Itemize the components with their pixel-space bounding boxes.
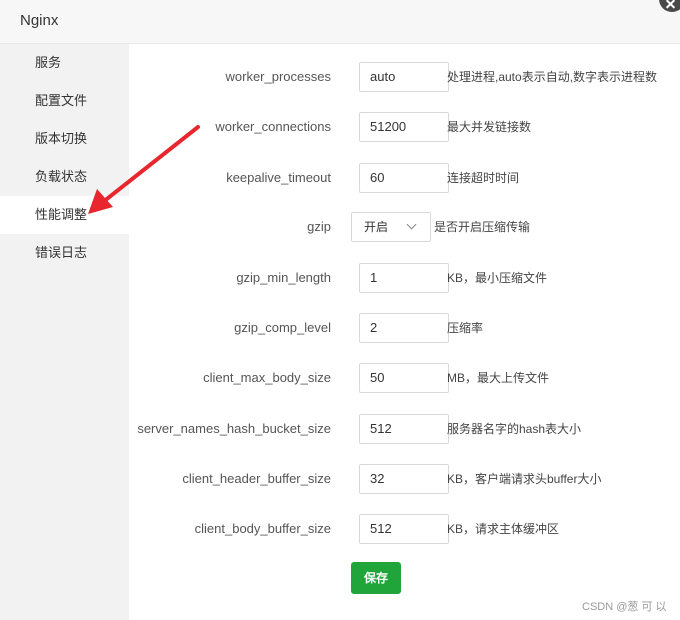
field-label: keepalive_timeout bbox=[226, 170, 331, 185]
field-label: client_body_buffer_size bbox=[194, 521, 331, 536]
form-row-gzip: gzip 开启 是否开启压缩传输 bbox=[129, 212, 680, 242]
form-row-client-max-body-size: client_max_body_size 50 MB，最大上传文件 bbox=[129, 363, 680, 393]
form-row-gzip-min-length: gzip_min_length 1 KB，最小压缩文件 bbox=[129, 263, 680, 293]
field-label: gzip_min_length bbox=[236, 270, 331, 285]
field-description: 压缩率 bbox=[447, 321, 484, 335]
gzip-comp-level-input[interactable]: 2 bbox=[359, 313, 449, 343]
server-names-hash-bucket-size-input[interactable]: 512 bbox=[359, 414, 449, 444]
save-button[interactable]: 保存 bbox=[351, 562, 401, 594]
sidebar-item-label: 服务 bbox=[35, 55, 62, 70]
form-row-client-header-buffer-size: client_header_buffer_size 32 KB，客户端请求头bu… bbox=[129, 464, 680, 494]
form-row-keepalive-timeout: keepalive_timeout 60 连接超时时间 bbox=[129, 163, 680, 193]
field-description: KB，客户端请求头buffer大小 bbox=[447, 472, 602, 486]
chevron-down-icon bbox=[406, 219, 417, 230]
sidebar-item-label: 性能调整 bbox=[35, 207, 88, 222]
field-description: 处理进程,auto表示自动,数字表示进程数 bbox=[447, 70, 658, 84]
client-max-body-size-input[interactable]: 50 bbox=[359, 363, 449, 393]
form-row-gzip-comp-level: gzip_comp_level 2 压缩率 bbox=[129, 313, 680, 343]
sidebar-item-service[interactable]: 服务 bbox=[0, 44, 129, 82]
watermark: CSDN @葱 可 以 bbox=[582, 601, 667, 613]
sidebar-item-version-switch[interactable]: 版本切换 bbox=[0, 120, 129, 158]
window-title: Nginx bbox=[20, 12, 59, 29]
client-header-buffer-size-input[interactable]: 32 bbox=[359, 464, 449, 494]
sidebar-item-label: 版本切换 bbox=[35, 131, 88, 146]
sidebar-item-label: 错误日志 bbox=[35, 245, 88, 260]
field-description: KB，最小压缩文件 bbox=[447, 271, 548, 285]
gzip-select[interactable]: 开启 bbox=[351, 212, 431, 242]
gzip-select-value: 开启 bbox=[364, 220, 389, 234]
field-label: worker_connections bbox=[215, 119, 331, 134]
client-body-buffer-size-input[interactable]: 512 bbox=[359, 514, 449, 544]
form-row-worker-processes: worker_processes auto 处理进程,auto表示自动,数字表示… bbox=[129, 62, 680, 92]
field-description: KB，请求主体缓冲区 bbox=[447, 522, 560, 536]
worker-connections-input[interactable]: 51200 bbox=[359, 112, 449, 142]
sidebar-item-config-file[interactable]: 配置文件 bbox=[0, 82, 129, 120]
field-label: server_names_hash_bucket_size bbox=[137, 421, 331, 436]
sidebar-item-label: 配置文件 bbox=[35, 93, 88, 108]
sidebar-item-error-log[interactable]: 错误日志 bbox=[0, 234, 129, 272]
field-description: 是否开启压缩传输 bbox=[434, 220, 531, 234]
sidebar-item-performance[interactable]: 性能调整 bbox=[0, 196, 129, 234]
field-label: gzip bbox=[307, 219, 331, 234]
field-label: worker_processes bbox=[225, 69, 332, 84]
form-row-server-names-hash-bucket-size: server_names_hash_bucket_size 512 服务器名字的… bbox=[129, 414, 680, 444]
sidebar: 服务 配置文件 版本切换 负载状态 性能调整 错误日志 bbox=[0, 44, 129, 620]
keepalive-timeout-input[interactable]: 60 bbox=[359, 163, 449, 193]
window-header: Nginx bbox=[0, 0, 680, 44]
field-label: client_header_buffer_size bbox=[182, 471, 331, 486]
sidebar-item-load-status[interactable]: 负载状态 bbox=[0, 158, 129, 196]
sidebar-item-label: 负载状态 bbox=[35, 169, 88, 184]
field-label: client_max_body_size bbox=[203, 370, 331, 385]
gzip-min-length-input[interactable]: 1 bbox=[359, 263, 449, 293]
field-description: 服务器名字的hash表大小 bbox=[447, 422, 582, 436]
field-description: MB，最大上传文件 bbox=[447, 371, 550, 385]
field-label: gzip_comp_level bbox=[234, 320, 331, 335]
field-description: 连接超时时间 bbox=[447, 171, 520, 185]
worker-processes-input[interactable]: auto bbox=[359, 62, 449, 92]
field-description: 最大并发链接数 bbox=[447, 120, 532, 134]
form-row-worker-connections: worker_connections 51200 最大并发链接数 bbox=[129, 112, 680, 142]
form-row-client-body-buffer-size: client_body_buffer_size 512 KB，请求主体缓冲区 bbox=[129, 514, 680, 544]
